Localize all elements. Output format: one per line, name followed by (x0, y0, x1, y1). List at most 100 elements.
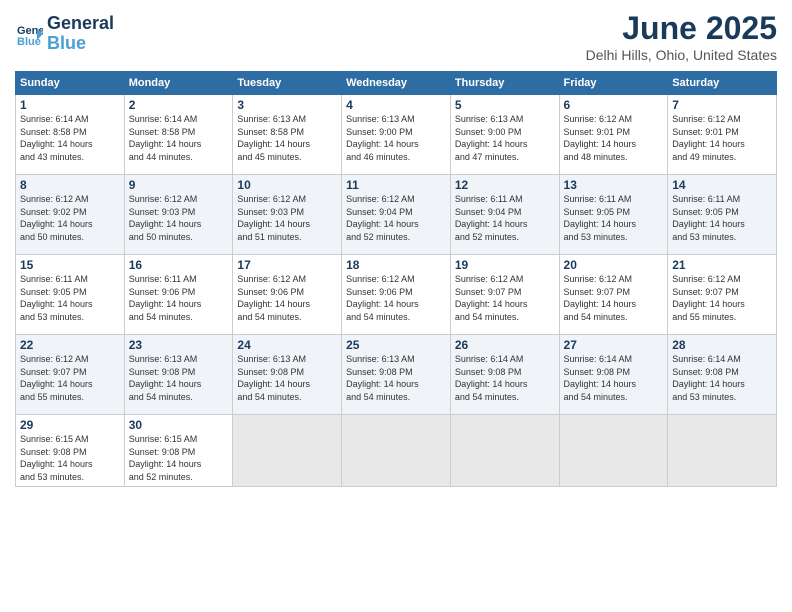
calendar-cell: 21 Sunrise: 6:12 AMSunset: 9:07 PMDaylig… (668, 255, 777, 335)
day-number: 14 (672, 178, 772, 192)
calendar-cell: 20 Sunrise: 6:12 AMSunset: 9:07 PMDaylig… (559, 255, 668, 335)
day-number: 10 (237, 178, 337, 192)
day-number: 9 (129, 178, 229, 192)
weekday-tuesday: Tuesday (233, 72, 342, 95)
calendar-cell: 3 Sunrise: 6:13 AMSunset: 8:58 PMDayligh… (233, 95, 342, 175)
day-number: 29 (20, 418, 120, 432)
day-number: 6 (564, 98, 664, 112)
day-number: 11 (346, 178, 446, 192)
day-number: 8 (20, 178, 120, 192)
calendar-cell: 13 Sunrise: 6:11 AMSunset: 9:05 PMDaylig… (559, 175, 668, 255)
calendar-table: SundayMondayTuesdayWednesdayThursdayFrid… (15, 71, 777, 487)
day-number: 22 (20, 338, 120, 352)
day-info: Sunrise: 6:12 AMSunset: 9:02 PMDaylight:… (20, 193, 120, 243)
calendar-cell: 5 Sunrise: 6:13 AMSunset: 9:00 PMDayligh… (450, 95, 559, 175)
calendar-cell: 17 Sunrise: 6:12 AMSunset: 9:06 PMDaylig… (233, 255, 342, 335)
logo: General Blue General Blue (15, 14, 114, 54)
weekday-wednesday: Wednesday (342, 72, 451, 95)
calendar-cell: 23 Sunrise: 6:13 AMSunset: 9:08 PMDaylig… (124, 335, 233, 415)
day-info: Sunrise: 6:14 AMSunset: 9:08 PMDaylight:… (455, 353, 555, 403)
day-number: 17 (237, 258, 337, 272)
day-info: Sunrise: 6:12 AMSunset: 9:06 PMDaylight:… (237, 273, 337, 323)
day-number: 15 (20, 258, 120, 272)
day-number: 20 (564, 258, 664, 272)
calendar-cell (559, 415, 668, 487)
day-info: Sunrise: 6:12 AMSunset: 9:04 PMDaylight:… (346, 193, 446, 243)
day-number: 3 (237, 98, 337, 112)
day-info: Sunrise: 6:15 AMSunset: 9:08 PMDaylight:… (20, 433, 120, 483)
day-info: Sunrise: 6:13 AMSunset: 9:08 PMDaylight:… (237, 353, 337, 403)
calendar-cell: 14 Sunrise: 6:11 AMSunset: 9:05 PMDaylig… (668, 175, 777, 255)
day-info: Sunrise: 6:13 AMSunset: 8:58 PMDaylight:… (237, 113, 337, 163)
day-number: 7 (672, 98, 772, 112)
day-info: Sunrise: 6:11 AMSunset: 9:05 PMDaylight:… (672, 193, 772, 243)
day-info: Sunrise: 6:12 AMSunset: 9:07 PMDaylight:… (564, 273, 664, 323)
calendar-cell: 25 Sunrise: 6:13 AMSunset: 9:08 PMDaylig… (342, 335, 451, 415)
day-info: Sunrise: 6:14 AMSunset: 9:08 PMDaylight:… (564, 353, 664, 403)
calendar-cell (668, 415, 777, 487)
day-number: 5 (455, 98, 555, 112)
day-number: 27 (564, 338, 664, 352)
calendar-cell: 11 Sunrise: 6:12 AMSunset: 9:04 PMDaylig… (342, 175, 451, 255)
day-info: Sunrise: 6:11 AMSunset: 9:05 PMDaylight:… (20, 273, 120, 323)
day-info: Sunrise: 6:12 AMSunset: 9:07 PMDaylight:… (455, 273, 555, 323)
calendar-cell: 6 Sunrise: 6:12 AMSunset: 9:01 PMDayligh… (559, 95, 668, 175)
day-info: Sunrise: 6:12 AMSunset: 9:01 PMDaylight:… (672, 113, 772, 163)
day-number: 21 (672, 258, 772, 272)
calendar-cell: 22 Sunrise: 6:12 AMSunset: 9:07 PMDaylig… (16, 335, 125, 415)
weekday-friday: Friday (559, 72, 668, 95)
location: Delhi Hills, Ohio, United States (586, 47, 777, 63)
calendar-cell: 7 Sunrise: 6:12 AMSunset: 9:01 PMDayligh… (668, 95, 777, 175)
calendar-cell (233, 415, 342, 487)
day-info: Sunrise: 6:15 AMSunset: 9:08 PMDaylight:… (129, 433, 229, 483)
day-number: 28 (672, 338, 772, 352)
calendar-cell: 19 Sunrise: 6:12 AMSunset: 9:07 PMDaylig… (450, 255, 559, 335)
day-number: 23 (129, 338, 229, 352)
calendar-cell: 4 Sunrise: 6:13 AMSunset: 9:00 PMDayligh… (342, 95, 451, 175)
day-info: Sunrise: 6:12 AMSunset: 9:03 PMDaylight:… (129, 193, 229, 243)
calendar-cell: 2 Sunrise: 6:14 AMSunset: 8:58 PMDayligh… (124, 95, 233, 175)
day-info: Sunrise: 6:11 AMSunset: 9:04 PMDaylight:… (455, 193, 555, 243)
weekday-saturday: Saturday (668, 72, 777, 95)
header: General Blue General Blue June 2025 Delh… (15, 10, 777, 63)
calendar-container: General Blue General Blue June 2025 Delh… (0, 0, 792, 497)
day-info: Sunrise: 6:14 AMSunset: 8:58 PMDaylight:… (20, 113, 120, 163)
week-row-3: 15 Sunrise: 6:11 AMSunset: 9:05 PMDaylig… (16, 255, 777, 335)
calendar-cell: 26 Sunrise: 6:14 AMSunset: 9:08 PMDaylig… (450, 335, 559, 415)
calendar-cell: 24 Sunrise: 6:13 AMSunset: 9:08 PMDaylig… (233, 335, 342, 415)
logo-icon: General Blue (15, 20, 43, 48)
day-number: 18 (346, 258, 446, 272)
day-info: Sunrise: 6:12 AMSunset: 9:03 PMDaylight:… (237, 193, 337, 243)
calendar-cell: 15 Sunrise: 6:11 AMSunset: 9:05 PMDaylig… (16, 255, 125, 335)
weekday-thursday: Thursday (450, 72, 559, 95)
day-info: Sunrise: 6:12 AMSunset: 9:06 PMDaylight:… (346, 273, 446, 323)
week-row-4: 22 Sunrise: 6:12 AMSunset: 9:07 PMDaylig… (16, 335, 777, 415)
day-number: 12 (455, 178, 555, 192)
day-number: 26 (455, 338, 555, 352)
day-info: Sunrise: 6:13 AMSunset: 9:00 PMDaylight:… (455, 113, 555, 163)
calendar-cell: 16 Sunrise: 6:11 AMSunset: 9:06 PMDaylig… (124, 255, 233, 335)
calendar-cell: 1 Sunrise: 6:14 AMSunset: 8:58 PMDayligh… (16, 95, 125, 175)
day-info: Sunrise: 6:11 AMSunset: 9:05 PMDaylight:… (564, 193, 664, 243)
day-number: 1 (20, 98, 120, 112)
calendar-cell: 18 Sunrise: 6:12 AMSunset: 9:06 PMDaylig… (342, 255, 451, 335)
day-info: Sunrise: 6:13 AMSunset: 9:00 PMDaylight:… (346, 113, 446, 163)
calendar-cell: 8 Sunrise: 6:12 AMSunset: 9:02 PMDayligh… (16, 175, 125, 255)
calendar-cell: 30 Sunrise: 6:15 AMSunset: 9:08 PMDaylig… (124, 415, 233, 487)
day-number: 30 (129, 418, 229, 432)
weekday-header-row: SundayMondayTuesdayWednesdayThursdayFrid… (16, 72, 777, 95)
day-info: Sunrise: 6:12 AMSunset: 9:01 PMDaylight:… (564, 113, 664, 163)
calendar-cell: 28 Sunrise: 6:14 AMSunset: 9:08 PMDaylig… (668, 335, 777, 415)
day-info: Sunrise: 6:13 AMSunset: 9:08 PMDaylight:… (346, 353, 446, 403)
week-row-2: 8 Sunrise: 6:12 AMSunset: 9:02 PMDayligh… (16, 175, 777, 255)
title-block: June 2025 Delhi Hills, Ohio, United Stat… (586, 10, 777, 63)
weekday-monday: Monday (124, 72, 233, 95)
day-number: 16 (129, 258, 229, 272)
day-info: Sunrise: 6:11 AMSunset: 9:06 PMDaylight:… (129, 273, 229, 323)
day-info: Sunrise: 6:12 AMSunset: 9:07 PMDaylight:… (20, 353, 120, 403)
day-info: Sunrise: 6:14 AMSunset: 8:58 PMDaylight:… (129, 113, 229, 163)
day-number: 2 (129, 98, 229, 112)
day-info: Sunrise: 6:14 AMSunset: 9:08 PMDaylight:… (672, 353, 772, 403)
day-number: 4 (346, 98, 446, 112)
calendar-cell (450, 415, 559, 487)
